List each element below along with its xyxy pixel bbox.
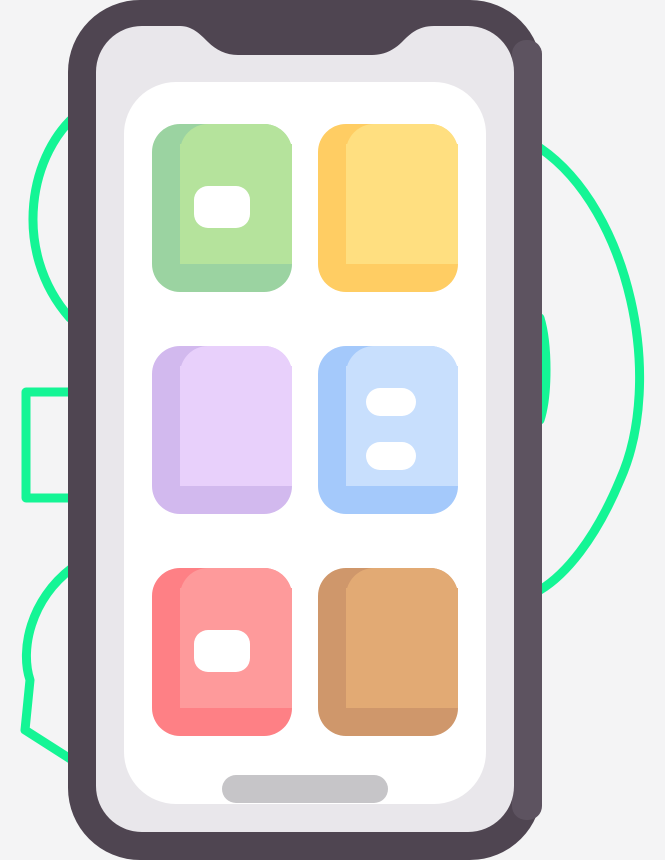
outline-blob-left-bottom (20, 563, 77, 765)
app-icon-brown[interactable] (318, 568, 458, 736)
outline-square-left (21, 387, 77, 503)
app-tile-face-lower (346, 608, 458, 708)
pill-icon (194, 630, 250, 672)
app-icon-green[interactable] (152, 124, 292, 292)
app-icon-purple[interactable] (152, 346, 292, 514)
outline-arc-right (535, 143, 645, 595)
phone-frame-side-highlight (512, 40, 542, 820)
illustration-scene (20, 0, 645, 860)
app-icon-blue[interactable] (318, 346, 458, 514)
pill-icon-bottom (366, 442, 416, 470)
app-tile-face-lower (180, 386, 292, 486)
smartphone (68, 0, 542, 860)
app-icon-yellow[interactable] (318, 124, 458, 292)
app-icon-red[interactable] (152, 568, 292, 736)
home-indicator[interactable] (222, 775, 388, 803)
app-tile-face-lower (346, 164, 458, 264)
pill-icon (194, 186, 250, 228)
pill-icon-top (366, 388, 416, 416)
